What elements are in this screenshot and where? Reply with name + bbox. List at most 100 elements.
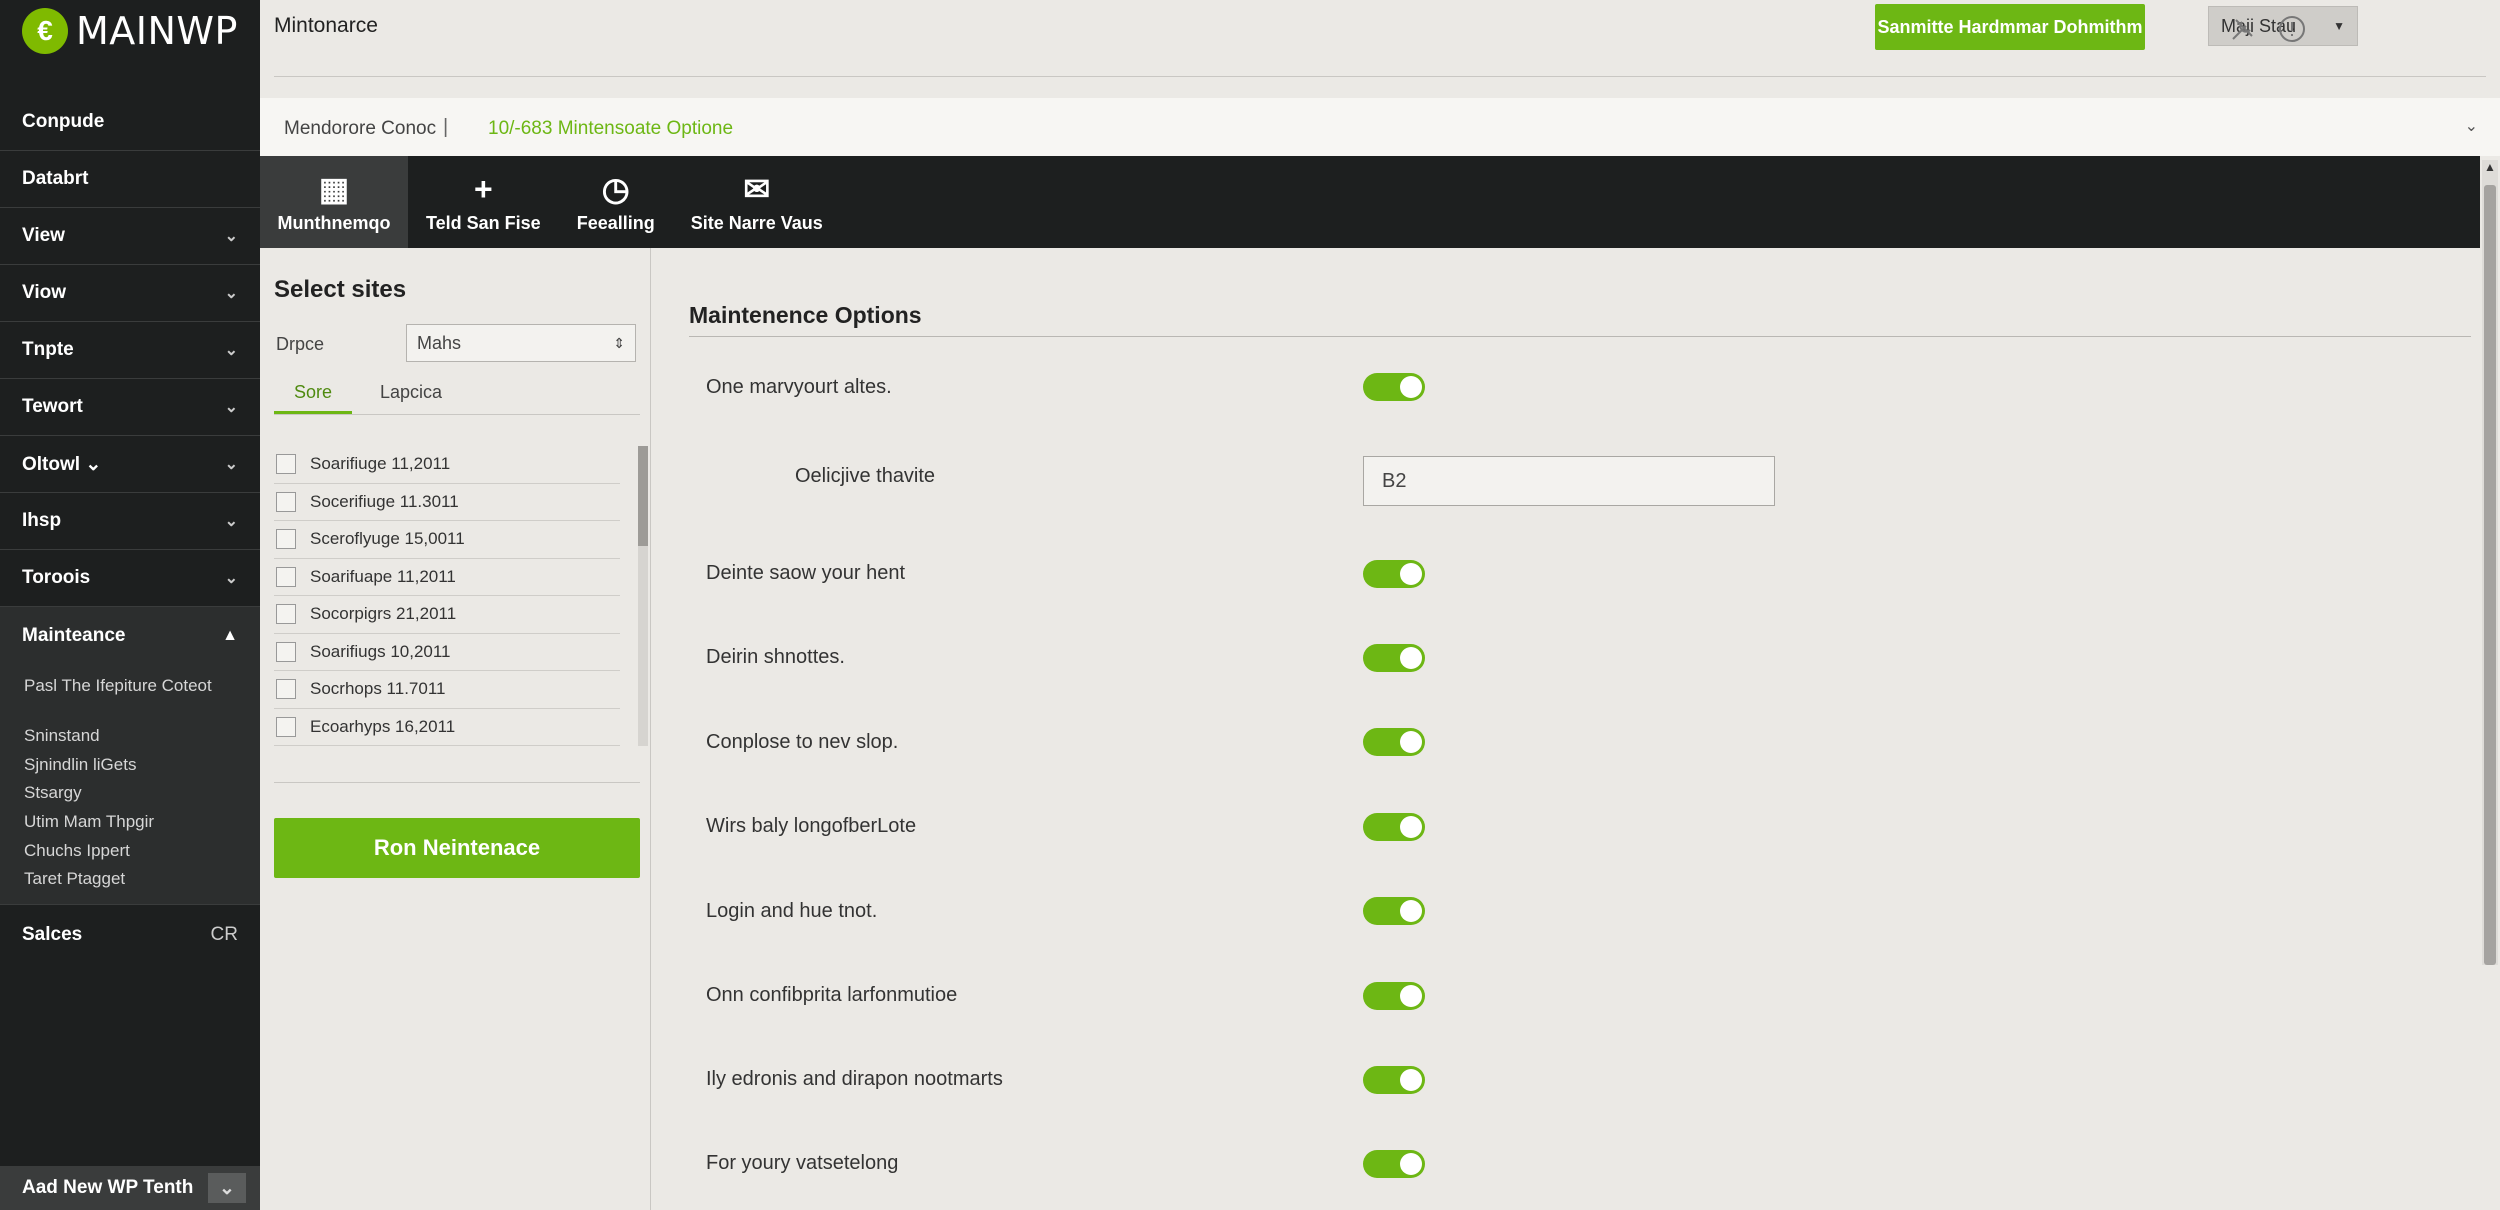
- sidebar-item-view[interactable]: View ⌄: [0, 208, 260, 265]
- option-label: Onn confibprita larfonmutioe: [706, 984, 958, 1006]
- tools-icon[interactable]: [2228, 14, 2258, 44]
- help-icon-graphic: [2279, 16, 2305, 42]
- site-name: Soarifiuge 11,2011: [310, 454, 451, 474]
- title-divider: [689, 336, 2471, 337]
- sidebar-item-databrt[interactable]: Databrt: [0, 151, 260, 208]
- caret-down-icon: ▼: [2333, 19, 2345, 33]
- site-name: Socorpigrs 21,2011: [310, 604, 457, 624]
- list-item[interactable]: Ecoarhyps 16,2011: [274, 709, 620, 746]
- submenu-item[interactable]: Stsargy: [0, 779, 260, 808]
- chevron-down-icon: ⌄: [224, 513, 238, 530]
- page-scroll-thumb[interactable]: [2484, 185, 2496, 965]
- header-divider: [274, 76, 2486, 77]
- list-item[interactable]: Socorpigrs 21,2011: [274, 596, 620, 634]
- sidebar-item-oltowl[interactable]: Oltowl ⌄ ⌄: [0, 436, 260, 493]
- list-item[interactable]: Socrhops 11.7011: [274, 671, 620, 709]
- site-checkbox[interactable]: [276, 454, 296, 475]
- sidebar-item-conpude[interactable]: Conpude: [0, 94, 260, 151]
- list-item[interactable]: Soarifiuge 11,2011: [274, 446, 620, 484]
- chevron-down-icon: ⌄: [224, 285, 238, 302]
- site-checkbox[interactable]: [276, 641, 296, 662]
- option-label: Conplose to nev slop.: [706, 731, 899, 753]
- tab-site-notifications[interactable]: ✉ Site Narre Vaus: [673, 156, 841, 248]
- help-icon[interactable]: [2277, 14, 2307, 44]
- submenu-item[interactable]: Sninstand: [0, 722, 260, 751]
- tab-groups[interactable]: Lapcica: [380, 374, 442, 414]
- chevron-down-icon[interactable]: ⌄: [208, 1173, 246, 1203]
- site-checkbox[interactable]: [276, 604, 296, 625]
- submenu-item[interactable]: Pasl The Ifepiture Coteot: [0, 672, 260, 722]
- toggle-knob: [1400, 731, 1422, 753]
- submenu-item[interactable]: Chuchs Ippert: [0, 837, 260, 866]
- tab-label: Feealling: [576, 212, 655, 233]
- chevron-down-icon: ⌄: [224, 456, 238, 473]
- primary-action-button[interactable]: Sanmitte Hardmmar Dohmithm: [1875, 4, 2145, 50]
- toggle-knob: [1400, 647, 1422, 669]
- option-toggle[interactable]: [1363, 644, 1425, 672]
- tab-add-site[interactable]: + Teld San Fise: [408, 156, 559, 248]
- submenu-item[interactable]: Taret Ptagget: [0, 865, 260, 894]
- option-toggle[interactable]: [1363, 728, 1425, 756]
- list-item[interactable]: Socerifiuge 11.3011: [274, 484, 620, 521]
- mainwp-logo[interactable]: € MAINWP: [22, 8, 238, 54]
- filter-select[interactable]: Mahs ⇕: [406, 324, 636, 362]
- option-toggle[interactable]: [1363, 1150, 1425, 1178]
- sidebar-item-sales[interactable]: Salces CR: [0, 904, 260, 965]
- list-item[interactable]: Soarifiugs 10,2011: [274, 634, 620, 671]
- option-toggle[interactable]: [1363, 982, 1425, 1010]
- site-list-scroll-thumb[interactable]: [638, 446, 648, 546]
- toolbar: ▦ Munthnemqo + Teld San Fise ◷ Feealling…: [260, 156, 2480, 248]
- option-toggle[interactable]: [1363, 373, 1425, 401]
- breadcrumb-current[interactable]: 10/-683 Mintensoate Optione: [488, 118, 733, 140]
- site-name: Soarifuape 11,2011: [310, 566, 456, 586]
- tab-sites[interactable]: Sore: [274, 374, 353, 414]
- option-label: One marvyourt altes.: [706, 376, 892, 398]
- site-name: Ecoarhyps 16,2011: [310, 716, 456, 736]
- site-name: Socrhops 11.7011: [310, 679, 446, 699]
- site-checkbox[interactable]: [276, 716, 296, 737]
- sidebar-item-label: View: [22, 225, 65, 246]
- option-toggle[interactable]: [1363, 1066, 1425, 1094]
- tools-icon-graphic: [2232, 19, 2253, 40]
- run-maintenance-button[interactable]: Ron Neintenace: [274, 818, 640, 878]
- option-toggle[interactable]: [1363, 560, 1425, 588]
- site-checkbox[interactable]: [276, 491, 296, 512]
- tab-label: Teld San Fise: [426, 212, 541, 233]
- site-checkbox[interactable]: [276, 679, 296, 700]
- sidebar-item-label: Ihsp: [22, 510, 62, 531]
- toggle-knob: [1400, 816, 1422, 838]
- sidebar-item-viow[interactable]: Viow ⌄: [0, 265, 260, 322]
- option-text-field[interactable]: B2: [1363, 456, 1775, 506]
- chevron-down-icon[interactable]: ⌄: [2465, 116, 2478, 136]
- option-toggle[interactable]: [1363, 897, 1425, 925]
- site-checkbox[interactable]: [276, 566, 296, 587]
- envelope-icon: ✉: [743, 170, 771, 207]
- sidebar: € MAINWP Conpude Databrt View ⌄ Viow ⌄ Tnp…: [0, 0, 260, 1210]
- sidebar-item-maintenance[interactable]: Mainteance ▲: [0, 607, 260, 664]
- site-name: Soarifiugs 10,2011: [310, 641, 451, 661]
- site-checkbox[interactable]: [276, 529, 296, 550]
- submenu-item[interactable]: Sjnindlin liGets: [0, 751, 260, 780]
- sidebar-item-tnpte[interactable]: Tnpte ⌄: [0, 322, 260, 379]
- sales-badge: CR: [210, 924, 238, 946]
- tab-scheduling[interactable]: ◷ Feealling: [559, 156, 673, 248]
- submenu-item[interactable]: Utim Mam Thpgir: [0, 808, 260, 837]
- breadcrumb-item[interactable]: Mendorore Conoc: [284, 118, 436, 140]
- panel-divider: [274, 782, 640, 783]
- tab-maintenance[interactable]: ▦ Munthnemqo: [260, 156, 408, 248]
- option-toggle[interactable]: [1363, 813, 1425, 841]
- list-item[interactable]: Sceroflyuge 15,0011: [274, 521, 620, 559]
- mainwp-logo-text: MAINWP: [76, 9, 238, 53]
- select-sites-title: Select sites: [274, 276, 407, 303]
- plus-icon: +: [474, 170, 493, 207]
- add-new-site-bar[interactable]: Aad New WP Tenth ⌄: [0, 1166, 260, 1210]
- scroll-up-arrow-icon[interactable]: ▲: [2484, 160, 2496, 174]
- sidebar-item-label: Mainteance: [22, 624, 126, 646]
- sidebar-item-toroois[interactable]: Toroois ⌄: [0, 550, 260, 607]
- sidebar-item-label: Salces: [22, 924, 83, 946]
- sidebar-item-ihsp[interactable]: Ihsp ⌄: [0, 493, 260, 550]
- sidebar-item-label: Oltowl ⌄: [22, 453, 102, 475]
- sidebar-item-tewort[interactable]: Tewort ⌄: [0, 379, 260, 436]
- option-label: Ily edronis and dirapon nootmarts: [706, 1068, 1003, 1090]
- list-item[interactable]: Soarifuape 11,2011: [274, 559, 620, 596]
